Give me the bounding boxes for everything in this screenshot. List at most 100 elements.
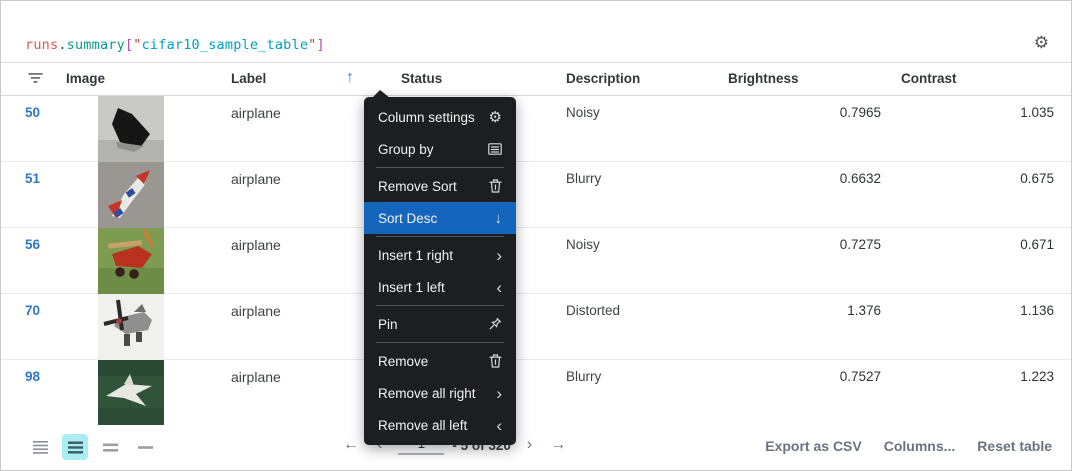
menu-divider xyxy=(376,305,504,306)
menu-item-label: Remove all left xyxy=(378,417,468,433)
image-thumbnail[interactable] xyxy=(98,162,164,228)
column-header-status[interactable]: Status xyxy=(401,71,442,86)
menu-item-label: Column settings xyxy=(378,109,475,125)
panel-title-bar: runs.summary["cifar10_sample_table"] ⚙ xyxy=(1,1,1071,63)
menu-item-pin[interactable]: Pin xyxy=(364,308,516,340)
menu-item-label: Insert 1 left xyxy=(378,279,445,295)
brightness-cell: 0.7527 xyxy=(839,369,881,384)
table-row: 70 airplane Distorted 1.376 1.136 xyxy=(1,294,1071,360)
image-thumbnail[interactable] xyxy=(98,294,164,360)
image-thumbnail[interactable] xyxy=(98,96,164,162)
chevron-right-icon: › xyxy=(496,383,502,403)
footer-actions: Export as CSV Columns... Reset table xyxy=(765,438,1052,454)
label-cell: airplane xyxy=(231,237,281,253)
code-object: runs xyxy=(25,37,59,53)
menu-item-label: Remove Sort xyxy=(378,178,457,194)
label-cell: airplane xyxy=(231,105,281,121)
brightness-cell: 1.376 xyxy=(847,303,881,318)
label-cell: airplane xyxy=(231,369,281,385)
description-cell: Noisy xyxy=(566,105,600,120)
menu-item-insert-1-left[interactable]: Insert 1 left ‹ xyxy=(364,271,516,303)
next-page-chevron-icon[interactable]: › xyxy=(525,435,534,455)
column-context-menu: Column settings ⚙ Group by Remove Sort S… xyxy=(364,90,516,445)
description-cell: Noisy xyxy=(566,237,600,252)
group-icon xyxy=(488,143,502,155)
description-cell: Blurry xyxy=(566,369,602,384)
table-header-row: Image Label ↑ Status Description Brightn… xyxy=(1,63,1071,96)
menu-item-label: Sort Desc xyxy=(378,210,438,226)
filter-icon[interactable] xyxy=(28,72,43,88)
row-density-controls xyxy=(27,434,158,460)
trash-icon xyxy=(489,354,502,368)
code-dot: . xyxy=(58,37,67,53)
table-row: 56 airplane Noisy 0.7275 0.671 xyxy=(1,228,1071,294)
panel-settings-gear-icon[interactable]: ⚙ xyxy=(1034,34,1049,51)
table-row: 50 airplane Noisy 0.7965 1.035 xyxy=(1,96,1071,162)
table-footer: ← ‹ - 5 of 320 › → Export as CSV Columns… xyxy=(1,425,1071,470)
menu-divider xyxy=(376,342,504,343)
first-page-arrow-icon[interactable]: ← xyxy=(341,435,361,455)
density-compact-icon[interactable] xyxy=(27,434,53,460)
column-header-label[interactable]: Label xyxy=(231,71,266,86)
arrow-down-icon: ↓ xyxy=(494,209,503,227)
chevron-left-icon: ‹ xyxy=(496,277,502,297)
code-property: summary xyxy=(66,37,125,53)
menu-caret xyxy=(372,90,390,98)
menu-divider xyxy=(376,236,504,237)
export-csv-button[interactable]: Export as CSV xyxy=(765,438,861,454)
image-thumbnail[interactable] xyxy=(98,360,164,426)
last-page-arrow-icon[interactable]: → xyxy=(548,435,568,455)
row-index-link[interactable]: 98 xyxy=(25,369,40,384)
sort-ascending-icon[interactable]: ↑ xyxy=(346,69,354,87)
description-cell: Blurry xyxy=(566,171,602,186)
label-cell: airplane xyxy=(231,171,281,187)
code-open-quote: " xyxy=(133,37,142,53)
trash-icon xyxy=(489,179,502,193)
menu-item-remove-all-left[interactable]: Remove all left ‹ xyxy=(364,409,516,441)
brightness-cell: 0.6632 xyxy=(839,171,881,186)
table-row: 98 airplane Blurry 0.7527 1.223 xyxy=(1,360,1071,426)
density-medium-icon[interactable] xyxy=(62,434,88,460)
image-thumbnail[interactable] xyxy=(98,228,164,294)
description-cell: Distorted xyxy=(566,303,621,318)
row-index-link[interactable]: 70 xyxy=(25,303,40,318)
menu-item-sort-desc[interactable]: Sort Desc ↓ xyxy=(364,202,516,234)
row-index-link[interactable]: 51 xyxy=(25,171,40,186)
contrast-cell: 1.223 xyxy=(1020,369,1054,384)
panel-title: runs.summary["cifar10_sample_table"] xyxy=(25,37,325,53)
menu-item-label: Pin xyxy=(378,316,398,332)
chevron-right-icon: › xyxy=(496,245,502,265)
density-single-icon[interactable] xyxy=(132,434,158,460)
menu-item-remove-sort[interactable]: Remove Sort xyxy=(364,170,516,202)
chevron-left-icon: ‹ xyxy=(496,415,502,435)
columns-button[interactable]: Columns... xyxy=(884,438,956,454)
menu-item-remove-all-right[interactable]: Remove all right › xyxy=(364,377,516,409)
brightness-cell: 0.7965 xyxy=(839,105,881,120)
menu-item-label: Remove xyxy=(378,353,429,369)
menu-item-column-settings[interactable]: Column settings ⚙ xyxy=(364,101,516,133)
menu-divider xyxy=(376,167,504,168)
contrast-cell: 0.671 xyxy=(1020,237,1054,252)
code-string: cifar10_sample_table xyxy=(141,37,309,53)
reset-table-button[interactable]: Reset table xyxy=(977,438,1052,454)
column-header-description[interactable]: Description xyxy=(566,71,640,86)
contrast-cell: 0.675 xyxy=(1020,171,1054,186)
row-index-link[interactable]: 50 xyxy=(25,105,40,120)
density-large-icon[interactable] xyxy=(97,434,123,460)
column-header-brightness[interactable]: Brightness xyxy=(728,71,799,86)
table-row: 51 airplane Blurry 0.6632 0.675 xyxy=(1,162,1071,228)
menu-item-remove[interactable]: Remove xyxy=(364,345,516,377)
column-header-contrast[interactable]: Contrast xyxy=(901,71,957,86)
menu-item-insert-1-right[interactable]: Insert 1 right › xyxy=(364,239,516,271)
menu-item-label: Group by xyxy=(378,141,434,157)
menu-item-label: Insert 1 right xyxy=(378,247,454,263)
brightness-cell: 0.7275 xyxy=(839,237,881,252)
contrast-cell: 1.035 xyxy=(1020,105,1054,120)
menu-item-group-by[interactable]: Group by xyxy=(364,133,516,165)
column-header-image[interactable]: Image xyxy=(66,71,105,86)
wandb-table-panel: runs.summary["cifar10_sample_table"] ⚙ I… xyxy=(0,0,1072,471)
menu-item-label: Remove all right xyxy=(378,385,476,401)
code-close-bracket: ] xyxy=(316,37,325,53)
row-index-link[interactable]: 56 xyxy=(25,237,40,252)
contrast-cell: 1.136 xyxy=(1020,303,1054,318)
